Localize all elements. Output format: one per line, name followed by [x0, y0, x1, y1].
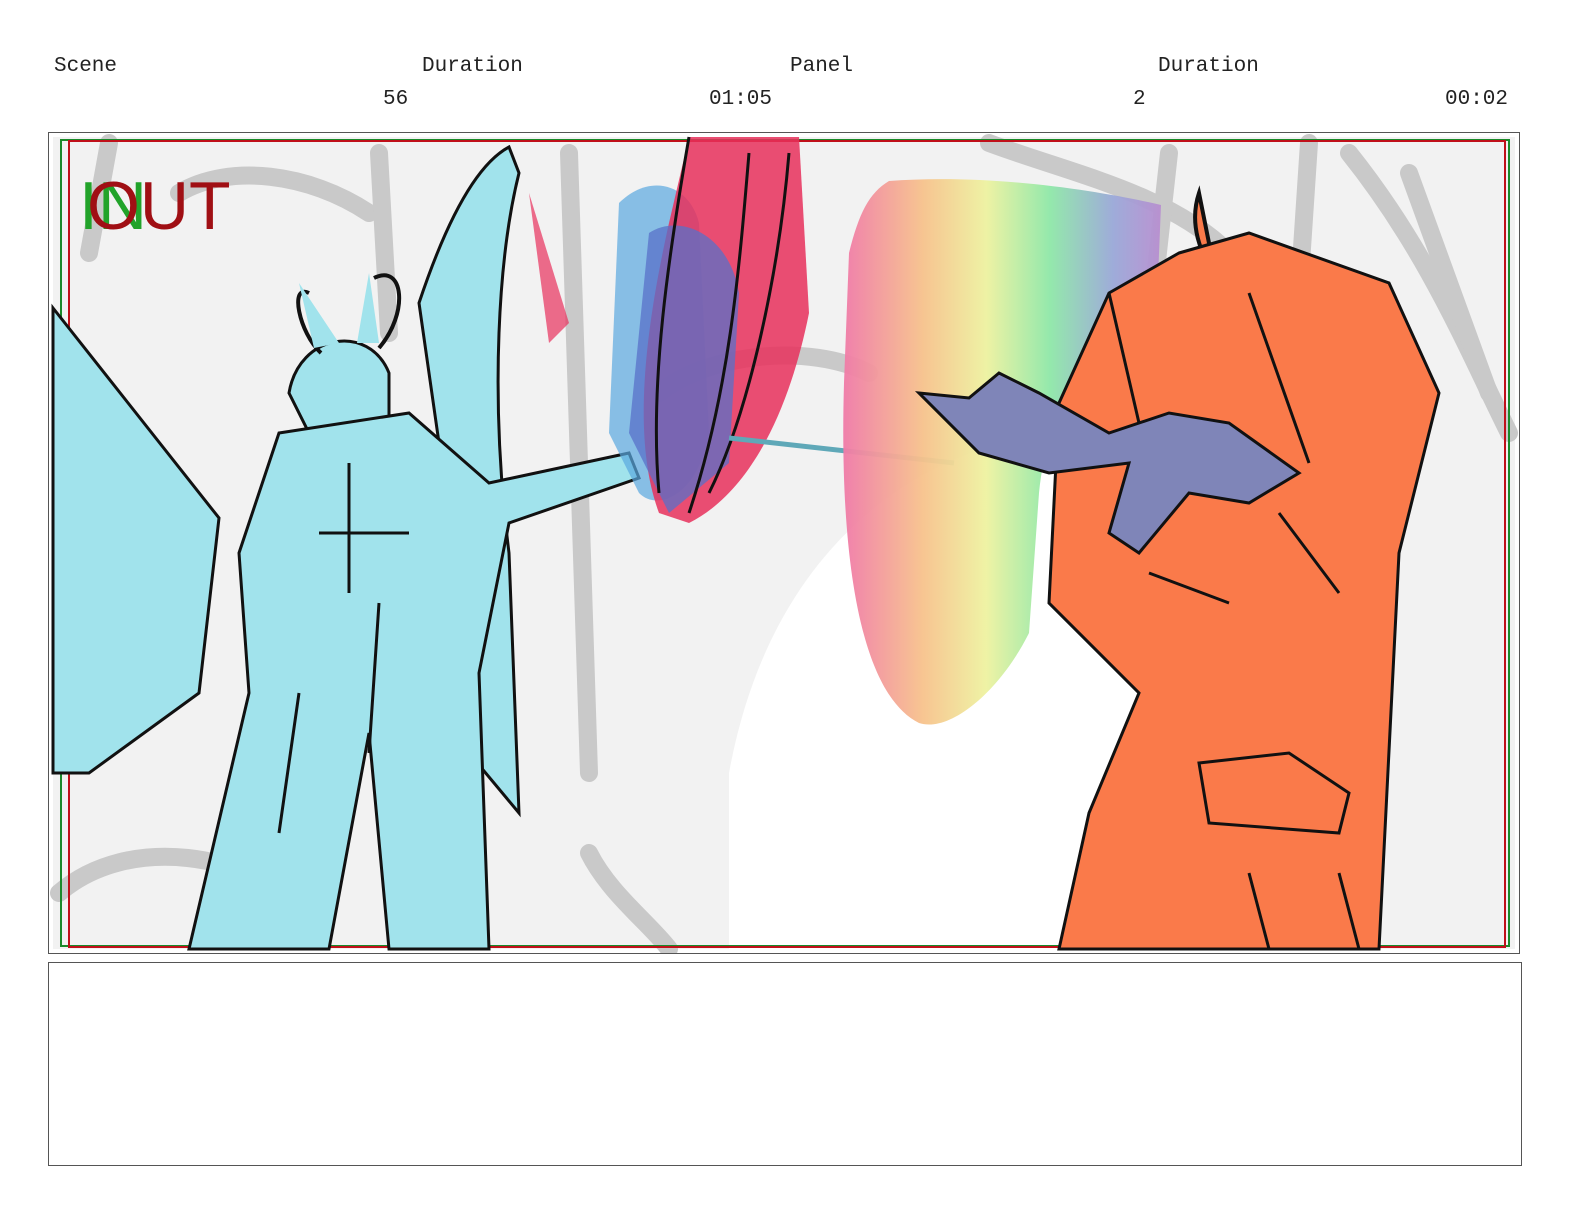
panel-label: Panel — [790, 55, 854, 78]
panel-duration-label: Duration — [1158, 55, 1259, 78]
out-marker: OUT — [87, 168, 231, 244]
panel-notes-box — [48, 962, 1522, 1166]
scene-duration-value: 01:05 — [709, 88, 773, 111]
panel-number: 2 — [1133, 88, 1146, 111]
demon-character-right — [1047, 185, 1441, 951]
panel-duration-value: 00:02 — [1445, 88, 1509, 111]
scene-label: Scene — [54, 55, 118, 78]
scene-number: 56 — [383, 88, 409, 111]
panel-artwork: IN OUT — [50, 134, 1518, 953]
storyboard-panel-frame: IN OUT — [48, 132, 1520, 954]
scene-duration-label: Duration — [422, 55, 523, 78]
